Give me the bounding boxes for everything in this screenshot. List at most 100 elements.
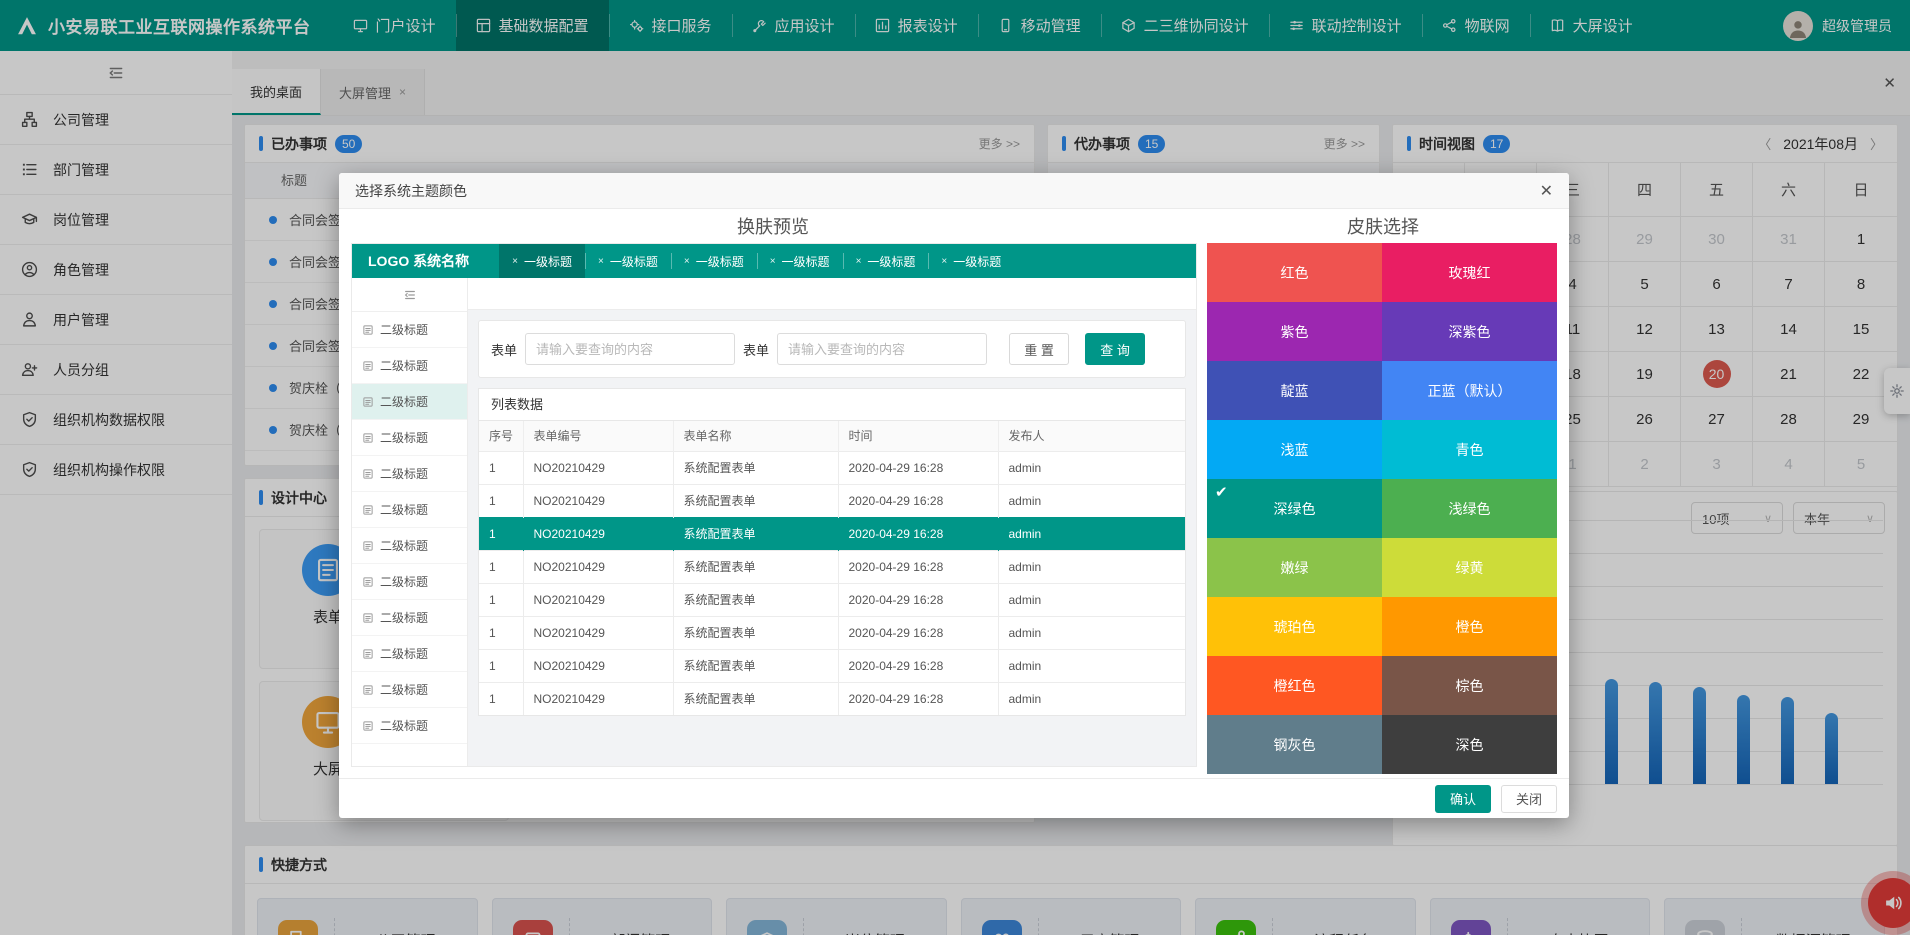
preview-tab-label: 一级标题 — [524, 253, 572, 270]
preview-sidebar-item[interactable]: 二级标题 — [352, 672, 467, 708]
application-window: 小安易联工业互联网操作系统平台 门户设计基础数据配置接口服务应用设计报表设计移动… — [0, 0, 1910, 935]
preview-sidebar-item[interactable]: 二级标题 — [352, 600, 467, 636]
preview-sidebar-item-label: 二级标题 — [380, 609, 428, 626]
modal-title: 选择系统主题颜色 — [355, 181, 467, 201]
tab-close-icon[interactable]: × — [770, 256, 776, 267]
cell: 1 — [479, 451, 523, 484]
preview-sidebar-item[interactable]: 二级标题 — [352, 348, 467, 384]
preview-sidebar-item[interactable]: 二级标题 — [352, 528, 467, 564]
preview-tab[interactable]: ×一级标题 — [928, 244, 1014, 278]
preview-table-row[interactable]: 1NO20210429系统配置表单2020-04-29 16:28admin — [479, 550, 1185, 583]
doc-icon — [362, 720, 374, 732]
skin-swatch-钢灰色[interactable]: 钢灰色 — [1207, 715, 1382, 774]
preview-sidebar-item[interactable]: 二级标题 — [352, 564, 467, 600]
skin-swatch-玫瑰红[interactable]: 玫瑰红 — [1382, 243, 1557, 302]
preview-sidebar-item[interactable]: 二级标题 — [352, 636, 467, 672]
skin-swatch-红色[interactable]: 红色 — [1207, 243, 1382, 302]
skin-swatch-紫色[interactable]: 紫色 — [1207, 302, 1382, 361]
tab-close-icon[interactable]: × — [598, 256, 604, 267]
preview-search-input[interactable] — [525, 333, 735, 365]
preview-collapse-button[interactable] — [352, 278, 467, 312]
form-label: 表单 — [743, 340, 769, 359]
skin-swatch-label: 钢灰色 — [1274, 735, 1316, 755]
preview-sidebar-item[interactable]: 二级标题 — [352, 492, 467, 528]
skin-swatch-嫩绿[interactable]: 嫩绿 — [1207, 538, 1382, 597]
preview-tab[interactable]: ×一级标题 — [671, 244, 757, 278]
confirm-button[interactable]: 确认 — [1435, 785, 1491, 813]
preview-sidebar-item-label: 二级标题 — [380, 645, 428, 662]
skin-swatch-浅绿色[interactable]: 浅绿色 — [1382, 479, 1557, 538]
preview-list-card: 列表数据 序号表单编号表单名称时间发布人1NO20210429系统配置表单202… — [478, 388, 1186, 716]
skin-swatch-青色[interactable]: 青色 — [1382, 420, 1557, 479]
cell: 2020-04-29 16:28 — [838, 451, 998, 484]
skin-swatch-正蓝（默认）[interactable]: 正蓝（默认） — [1382, 361, 1557, 420]
skin-swatch-绿黄[interactable]: 绿黄 — [1382, 538, 1557, 597]
cell: admin — [998, 550, 1185, 583]
skin-swatch-深色[interactable]: 深色 — [1382, 715, 1557, 774]
check-icon: ✔ — [1215, 483, 1228, 501]
preview-sidebar-item[interactable]: 二级标题 — [352, 708, 467, 744]
modal-close-icon[interactable]: ✕ — [1540, 181, 1553, 201]
preview-tab[interactable]: ×一级标题 — [843, 244, 929, 278]
preview-table-row[interactable]: 1NO20210429系统配置表单2020-04-29 16:28admin — [479, 682, 1185, 715]
cell: 系统配置表单 — [673, 649, 838, 682]
preview-table-row[interactable]: 1NO20210429系统配置表单2020-04-29 16:28admin — [479, 451, 1185, 484]
preview-sidebar-item[interactable]: 二级标题 — [352, 312, 467, 348]
cell: 1 — [479, 550, 523, 583]
preview-toolbar — [468, 278, 1196, 310]
cell: NO20210429 — [523, 682, 673, 715]
reset-button[interactable]: 重 置 — [1009, 333, 1069, 365]
doc-icon — [362, 684, 374, 696]
tab-close-icon[interactable]: × — [512, 256, 518, 267]
column-header-序号: 序号 — [479, 421, 523, 451]
preview-table-head: 序号表单编号表单名称时间发布人 — [479, 421, 1185, 451]
preview-sidebar-item[interactable]: 二级标题 — [352, 384, 467, 420]
skin-swatch-深紫色[interactable]: 深紫色 — [1382, 302, 1557, 361]
doc-icon — [362, 540, 374, 552]
cell: admin — [998, 484, 1185, 517]
doc-icon — [362, 324, 374, 336]
preview-table-row[interactable]: 1NO20210429系统配置表单2020-04-29 16:28admin — [479, 484, 1185, 517]
preview-table-body: 1NO20210429系统配置表单2020-04-29 16:28admin1N… — [479, 451, 1185, 715]
preview-table-row[interactable]: 1NO20210429系统配置表单2020-04-29 16:28admin — [479, 583, 1185, 616]
skin-swatch-浅蓝[interactable]: 浅蓝 — [1207, 420, 1382, 479]
skin-swatch-label: 深紫色 — [1449, 322, 1491, 342]
skin-swatch-橙红色[interactable]: 橙红色 — [1207, 656, 1382, 715]
preview-table-row[interactable]: 1NO20210429系统配置表单2020-04-29 16:28admin — [479, 517, 1185, 550]
skin-swatch-琥珀色[interactable]: 琥珀色 — [1207, 597, 1382, 656]
skin-swatch-棕色[interactable]: 棕色 — [1382, 656, 1557, 715]
preview-search-input[interactable] — [777, 333, 987, 365]
preview-sidebar-item-label: 二级标题 — [380, 717, 428, 734]
close-button[interactable]: 关闭 — [1501, 785, 1557, 813]
skin-swatch-label: 紫色 — [1281, 322, 1309, 342]
cell: 系统配置表单 — [673, 451, 838, 484]
tab-close-icon[interactable]: × — [684, 256, 690, 267]
query-button[interactable]: 查 询 — [1085, 333, 1145, 365]
doc-icon — [362, 648, 374, 660]
cell: 1 — [479, 616, 523, 649]
cell: NO20210429 — [523, 517, 673, 550]
skin-swatch-label: 琥珀色 — [1274, 617, 1316, 637]
cell: 系统配置表单 — [673, 484, 838, 517]
preview-sidebar-item[interactable]: 二级标题 — [352, 456, 467, 492]
doc-icon — [362, 432, 374, 444]
preview-table-row[interactable]: 1NO20210429系统配置表单2020-04-29 16:28admin — [479, 616, 1185, 649]
cell: 1 — [479, 583, 523, 616]
modal-body: LOGO 系统名称 ×一级标题×一级标题×一级标题×一级标题×一级标题×一级标题… — [339, 243, 1569, 778]
skin-swatch-深绿色[interactable]: ✔深绿色 — [1207, 479, 1382, 538]
skin-swatch-label: 正蓝（默认） — [1428, 381, 1512, 401]
preview-tab[interactable]: × 一级标题 — [499, 244, 585, 278]
tab-close-icon[interactable]: × — [856, 256, 862, 267]
cell: admin — [998, 451, 1185, 484]
skin-swatch-label: 绿黄 — [1456, 558, 1484, 578]
skin-swatch-橙色[interactable]: 橙色 — [1382, 597, 1557, 656]
preview-tab[interactable]: ×一级标题 — [757, 244, 843, 278]
tab-close-icon[interactable]: × — [941, 256, 947, 267]
preview-tab[interactable]: ×一级标题 — [585, 244, 671, 278]
column-header-时间: 时间 — [838, 421, 998, 451]
preview-sidebar-item[interactable]: 二级标题 — [352, 420, 467, 456]
doc-icon — [362, 612, 374, 624]
preview-tabs: ×一级标题×一级标题×一级标题×一级标题×一级标题×一级标题 — [499, 244, 1014, 278]
skin-swatch-靛蓝[interactable]: 靛蓝 — [1207, 361, 1382, 420]
preview-table-row[interactable]: 1NO20210429系统配置表单2020-04-29 16:28admin — [479, 649, 1185, 682]
